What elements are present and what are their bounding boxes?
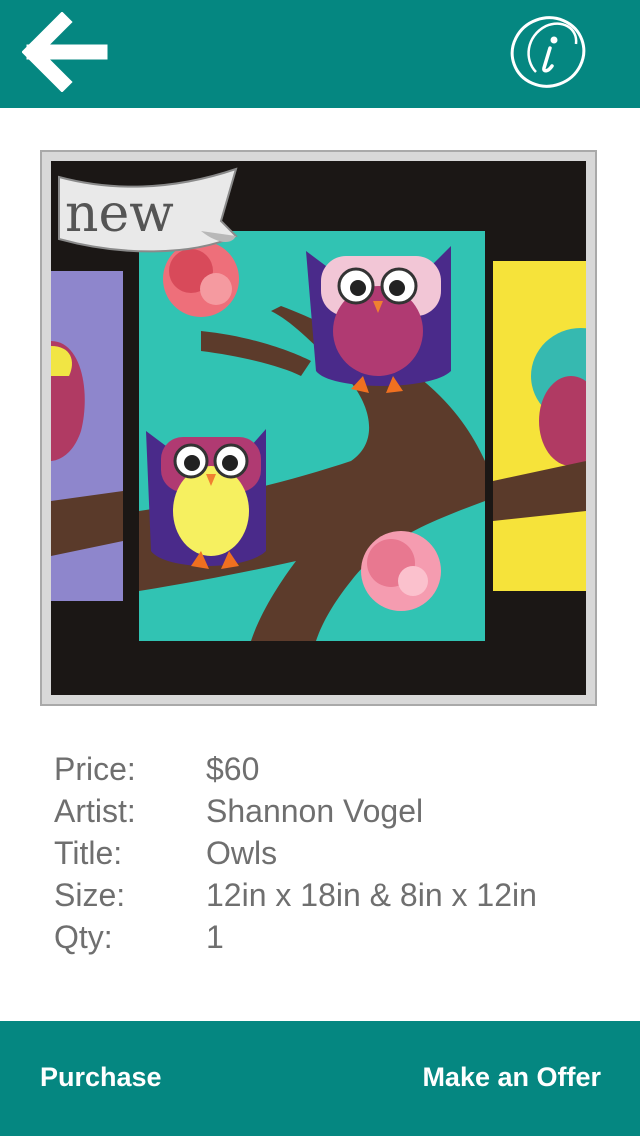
info-button[interactable] (506, 10, 590, 94)
detail-row-artist: Artist: Shannon Vogel (54, 790, 624, 832)
detail-row-title: Title: Owls (54, 832, 624, 874)
back-button[interactable] (21, 11, 110, 93)
size-value: 12in x 18in & 8in x 12in (206, 876, 537, 913)
detail-row-qty: Qty: 1 (54, 916, 624, 958)
price-label: Price: (54, 750, 136, 787)
purchase-button[interactable]: Purchase (40, 1057, 162, 1097)
artwork-details: Price: $60 Artist: Shannon Vogel Title: … (54, 748, 624, 958)
artist-value: Shannon Vogel (206, 792, 424, 829)
price-value: $60 (206, 750, 260, 787)
make-offer-button[interactable]: Make an Offer (422, 1057, 601, 1097)
footer-bar: Purchase Make an Offer (0, 1021, 640, 1136)
detail-row-size: Size: 12in x 18in & 8in x 12in (54, 874, 624, 916)
header-bar (0, 0, 640, 108)
artist-label: Artist: (54, 792, 136, 829)
qty-value: 1 (206, 918, 224, 955)
artwork-frame: new (40, 150, 597, 706)
detail-row-price: Price: $60 (54, 748, 624, 790)
title-value: Owls (206, 834, 278, 871)
arrow-left-icon (21, 11, 108, 93)
new-badge-label: new (65, 184, 174, 244)
title-label: Title: (54, 834, 123, 871)
info-circle-icon (510, 16, 586, 88)
artwork-image[interactable]: new (51, 161, 586, 695)
size-label: Size: (54, 876, 126, 913)
qty-label: Qty: (54, 918, 113, 955)
